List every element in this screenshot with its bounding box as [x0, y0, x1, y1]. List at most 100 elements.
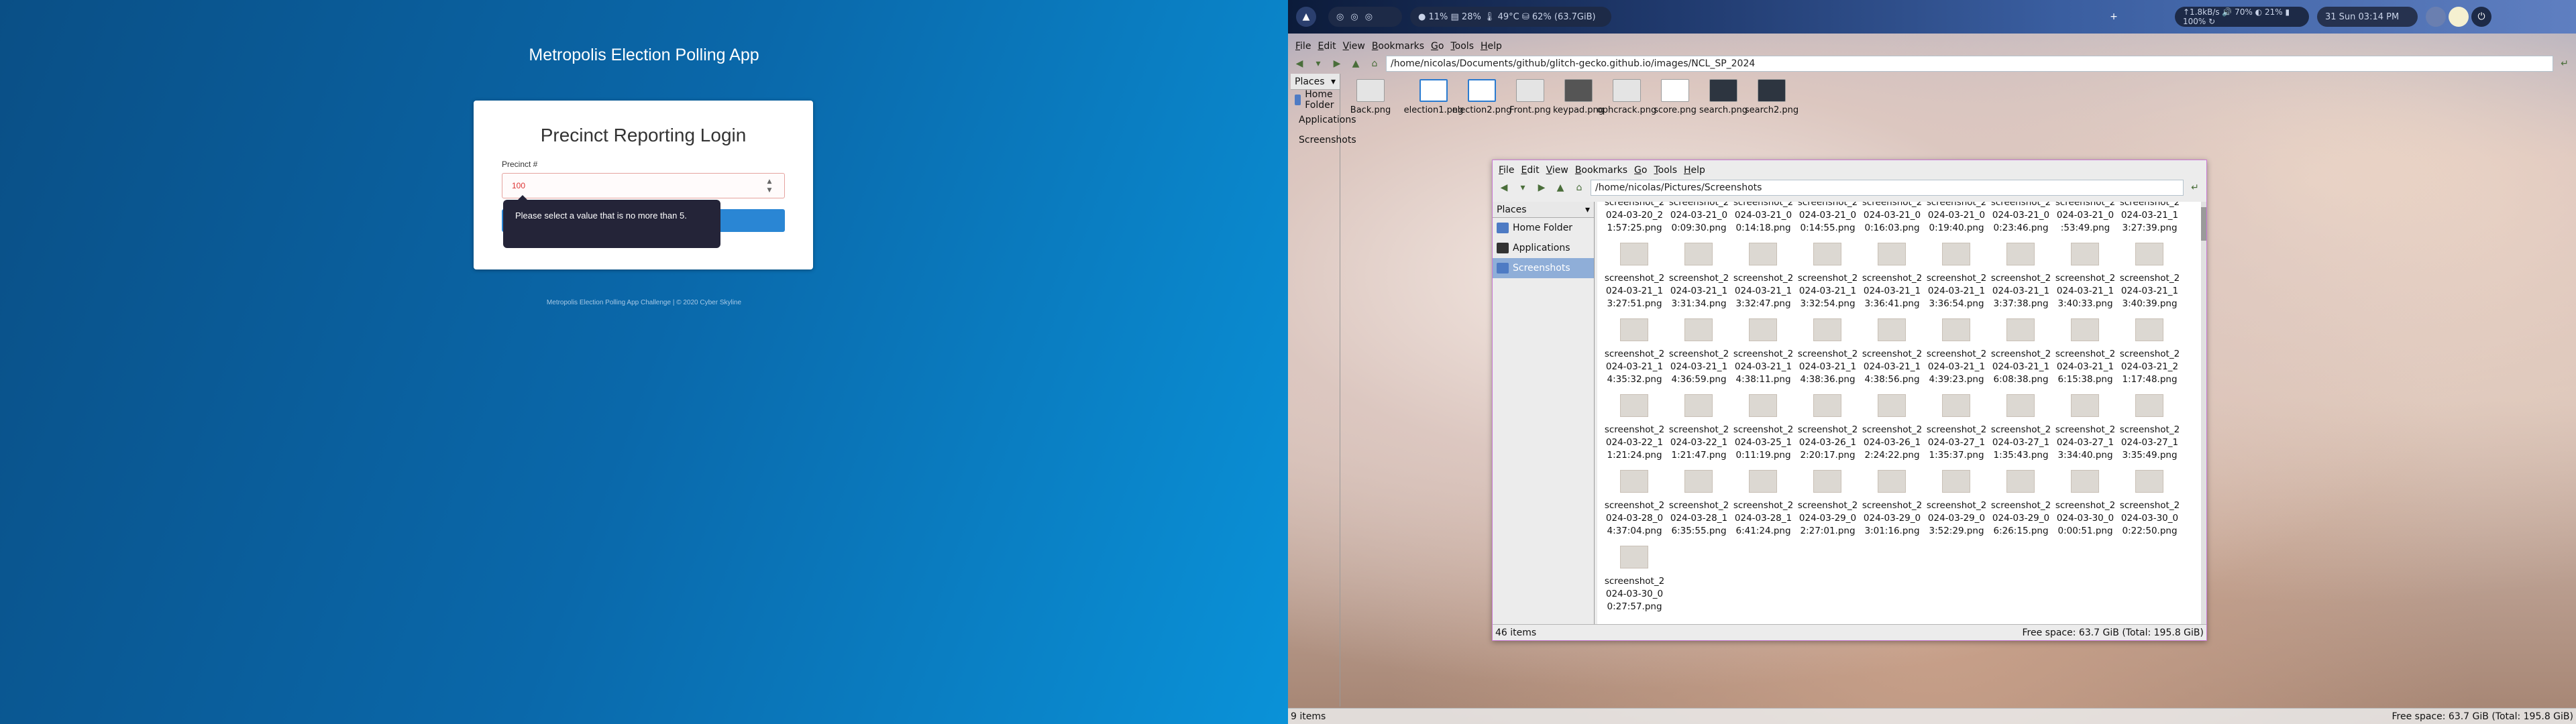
screenshot-thumbnail[interactable] [1620, 470, 1648, 493]
spin-up-icon[interactable]: ▲ [767, 178, 772, 185]
screenshot-thumbnail[interactable] [1878, 318, 1906, 341]
screenshot-thumbnail[interactable] [1878, 394, 1906, 417]
screenshot-file-label[interactable]: screenshot_2 024-03-21_1 3:37:38.png [1989, 272, 2053, 310]
screenshot-file-label[interactable]: screenshot_2 024-03-30_0 0:27:57.png [1603, 575, 1666, 613]
screenshot-file-label[interactable]: screenshot_2 024-03-21_0 0:19:40.png [1925, 202, 1988, 235]
menu-bookmarks[interactable]: Bookmarks [1368, 41, 1428, 52]
screenshot-thumbnail[interactable] [1749, 243, 1777, 265]
file-icon[interactable] [1661, 79, 1689, 102]
screenshot-thumbnail[interactable] [1620, 546, 1648, 568]
screenshot-file-label[interactable]: screenshot_2 024-03-21_1 6:15:38.png [2053, 348, 2117, 386]
menu-file[interactable]: File [1495, 165, 1517, 176]
menu-view[interactable]: View [1543, 165, 1572, 176]
go-icon[interactable]: ↵ [2188, 180, 2202, 195]
place-screenshots[interactable]: Screenshots [1493, 258, 1594, 278]
screenshot-file-label[interactable]: screenshot_2 024-03-21_1 3:32:54.png [1796, 272, 1860, 310]
screenshot-thumbnail[interactable] [1749, 470, 1777, 493]
places-header[interactable]: Places ▾ [1291, 74, 1340, 90]
screenshot-thumbnail[interactable] [1942, 243, 1970, 265]
screenshot-thumbnail[interactable] [2135, 243, 2163, 265]
screenshot-file-label[interactable]: screenshot_2 024-03-21_0 0:14:18.png [1731, 202, 1795, 235]
screenshot-thumbnail[interactable] [1942, 470, 1970, 493]
screenshot-thumbnail[interactable] [2135, 394, 2163, 417]
screenshot-thumbnail[interactable] [2071, 470, 2099, 493]
screenshot-file-label[interactable]: screenshot_2 024-03-26_1 2:24:22.png [1860, 424, 1924, 462]
screens-path-field[interactable]: /home/nicolas/Pictures/Screenshots [1591, 180, 2184, 196]
screenshot-file-label[interactable]: screenshot_2 024-03-20_2 1:57:25.png [1603, 202, 1666, 235]
screenshot-thumbnail[interactable] [2006, 318, 2035, 341]
place-applications[interactable]: Applications [1493, 238, 1594, 258]
screenshot-thumbnail[interactable] [2071, 243, 2099, 265]
screenshot-thumbnail[interactable] [1813, 394, 1841, 417]
screenshot-file-label[interactable]: screenshot_2 024-03-21_1 3:27:39.png [2118, 202, 2182, 235]
screenshot-thumbnail[interactable] [1749, 318, 1777, 341]
screenshot-thumbnail[interactable] [2006, 243, 2035, 265]
screenshot-file-label[interactable]: screenshot_2 024-03-21_1 4:38:11.png [1731, 348, 1795, 386]
screenshot-file-label[interactable]: screenshot_2 024-03-22_1 1:21:24.png [1603, 424, 1666, 462]
screenshot-file-label[interactable]: screenshot_2 024-03-28_1 6:41:24.png [1731, 499, 1795, 538]
screenshot-thumbnail[interactable] [2006, 470, 2035, 493]
menu-go[interactable]: Go [1428, 41, 1447, 52]
screenshot-thumbnail[interactable] [1684, 243, 1713, 265]
screenshot-thumbnail[interactable] [1813, 243, 1841, 265]
screenshot-file-label[interactable]: screenshot_2 024-03-21_0 :53:49.png [2053, 202, 2117, 235]
menu-file[interactable]: File [1292, 41, 1314, 52]
place-home[interactable]: Home Folder [1291, 89, 1340, 111]
home-icon[interactable]: ⌂ [1367, 56, 1382, 71]
menu-tools[interactable]: Tools [1447, 41, 1477, 52]
menu-help[interactable]: Help [1477, 41, 1505, 52]
file-icon[interactable] [1758, 79, 1786, 102]
screenshot-file-label[interactable]: screenshot_2 024-03-27_1 3:35:49.png [2118, 424, 2182, 462]
file-icon[interactable] [1564, 79, 1593, 102]
file-icon[interactable] [1613, 79, 1641, 102]
screenshot-thumbnail[interactable] [1942, 394, 1970, 417]
place-screenshots[interactable]: Screenshots [1291, 130, 1356, 150]
dropdown-icon[interactable]: ▾ [1515, 180, 1530, 195]
screenshot-thumbnail[interactable] [1813, 470, 1841, 493]
screenshot-file-label[interactable]: screenshot_2 024-03-21_1 3:31:34.png [1667, 272, 1731, 310]
screenshot-file-label[interactable]: screenshot_2 024-03-29_0 3:01:16.png [1860, 499, 1924, 538]
screenshot-file-label[interactable]: screenshot_2 024-03-21_1 3:32:47.png [1731, 272, 1795, 310]
dropdown-icon[interactable]: ▾ [1311, 56, 1326, 71]
screenshot-thumbnail[interactable] [1813, 318, 1841, 341]
user-avatar[interactable] [2426, 7, 2446, 27]
screenshot-thumbnail[interactable] [1878, 243, 1906, 265]
screenshot-thumbnail[interactable] [1749, 394, 1777, 417]
screens-scrollbar[interactable] [2201, 202, 2206, 624]
precinct-spinner[interactable]: ▲ ▼ [763, 177, 775, 194]
screenshot-thumbnail[interactable] [2135, 470, 2163, 493]
screenshot-thumbnail[interactable] [2071, 394, 2099, 417]
main-path-field[interactable]: /home/nicolas/Documents/github/glitch-ge… [1386, 56, 2553, 72]
menu-view[interactable]: View [1340, 41, 1368, 52]
dropdown-icon[interactable]: ▾ [1331, 76, 1336, 87]
place-applications[interactable]: Applications [1291, 110, 1356, 130]
screenshot-file-label[interactable]: screenshot_2 024-03-21_1 3:27:51.png [1603, 272, 1666, 310]
up-icon[interactable]: ▲ [1553, 180, 1568, 195]
file-icon[interactable] [1709, 79, 1737, 102]
dropdown-icon[interactable]: ▾ [1585, 204, 1590, 215]
home-icon[interactable]: ⌂ [1572, 180, 1587, 195]
menu-help[interactable]: Help [1680, 165, 1709, 176]
screenshot-file-label[interactable]: screenshot_2 024-03-21_1 4:38:36.png [1796, 348, 1860, 386]
screenshot-thumbnail[interactable] [1942, 318, 1970, 341]
screenshot-file-label[interactable]: screenshot_2 024-03-27_1 1:35:37.png [1925, 424, 1988, 462]
forward-icon[interactable]: ▶ [1534, 180, 1549, 195]
back-icon[interactable]: ◀ [1497, 180, 1511, 195]
screenshot-file-label[interactable]: screenshot_2 024-03-25_1 0:11:19.png [1731, 424, 1795, 462]
launcher-icon[interactable]: ▲ [1296, 7, 1316, 27]
workspace-dot-icon[interactable]: ◎ [1365, 12, 1373, 22]
scroll-thumb[interactable] [2201, 207, 2206, 241]
screenshot-thumbnail[interactable] [2135, 318, 2163, 341]
menu-edit[interactable]: Edit [1517, 165, 1542, 176]
file-icon[interactable] [1419, 79, 1448, 102]
screenshot-thumbnail[interactable] [1620, 243, 1648, 265]
screenshot-file-label[interactable]: screenshot_2 024-03-21_0 0:09:30.png [1667, 202, 1731, 235]
screenshot-thumbnail[interactable] [2006, 394, 2035, 417]
screenshot-file-label[interactable]: screenshot_2 024-03-21_1 6:08:38.png [1989, 348, 2053, 386]
screenshot-file-label[interactable]: screenshot_2 024-03-28_1 6:35:55.png [1667, 499, 1731, 538]
screenshot-file-label[interactable]: screenshot_2 024-03-27_1 3:34:40.png [2053, 424, 2117, 462]
screenshot-file-label[interactable]: screenshot_2 024-03-21_1 4:38:56.png [1860, 348, 1924, 386]
screenshot-file-label[interactable]: screenshot_2 024-03-21_1 4:39:23.png [1925, 348, 1988, 386]
power-icon[interactable]: ⏻ [2471, 7, 2491, 27]
precinct-input[interactable] [502, 173, 785, 198]
